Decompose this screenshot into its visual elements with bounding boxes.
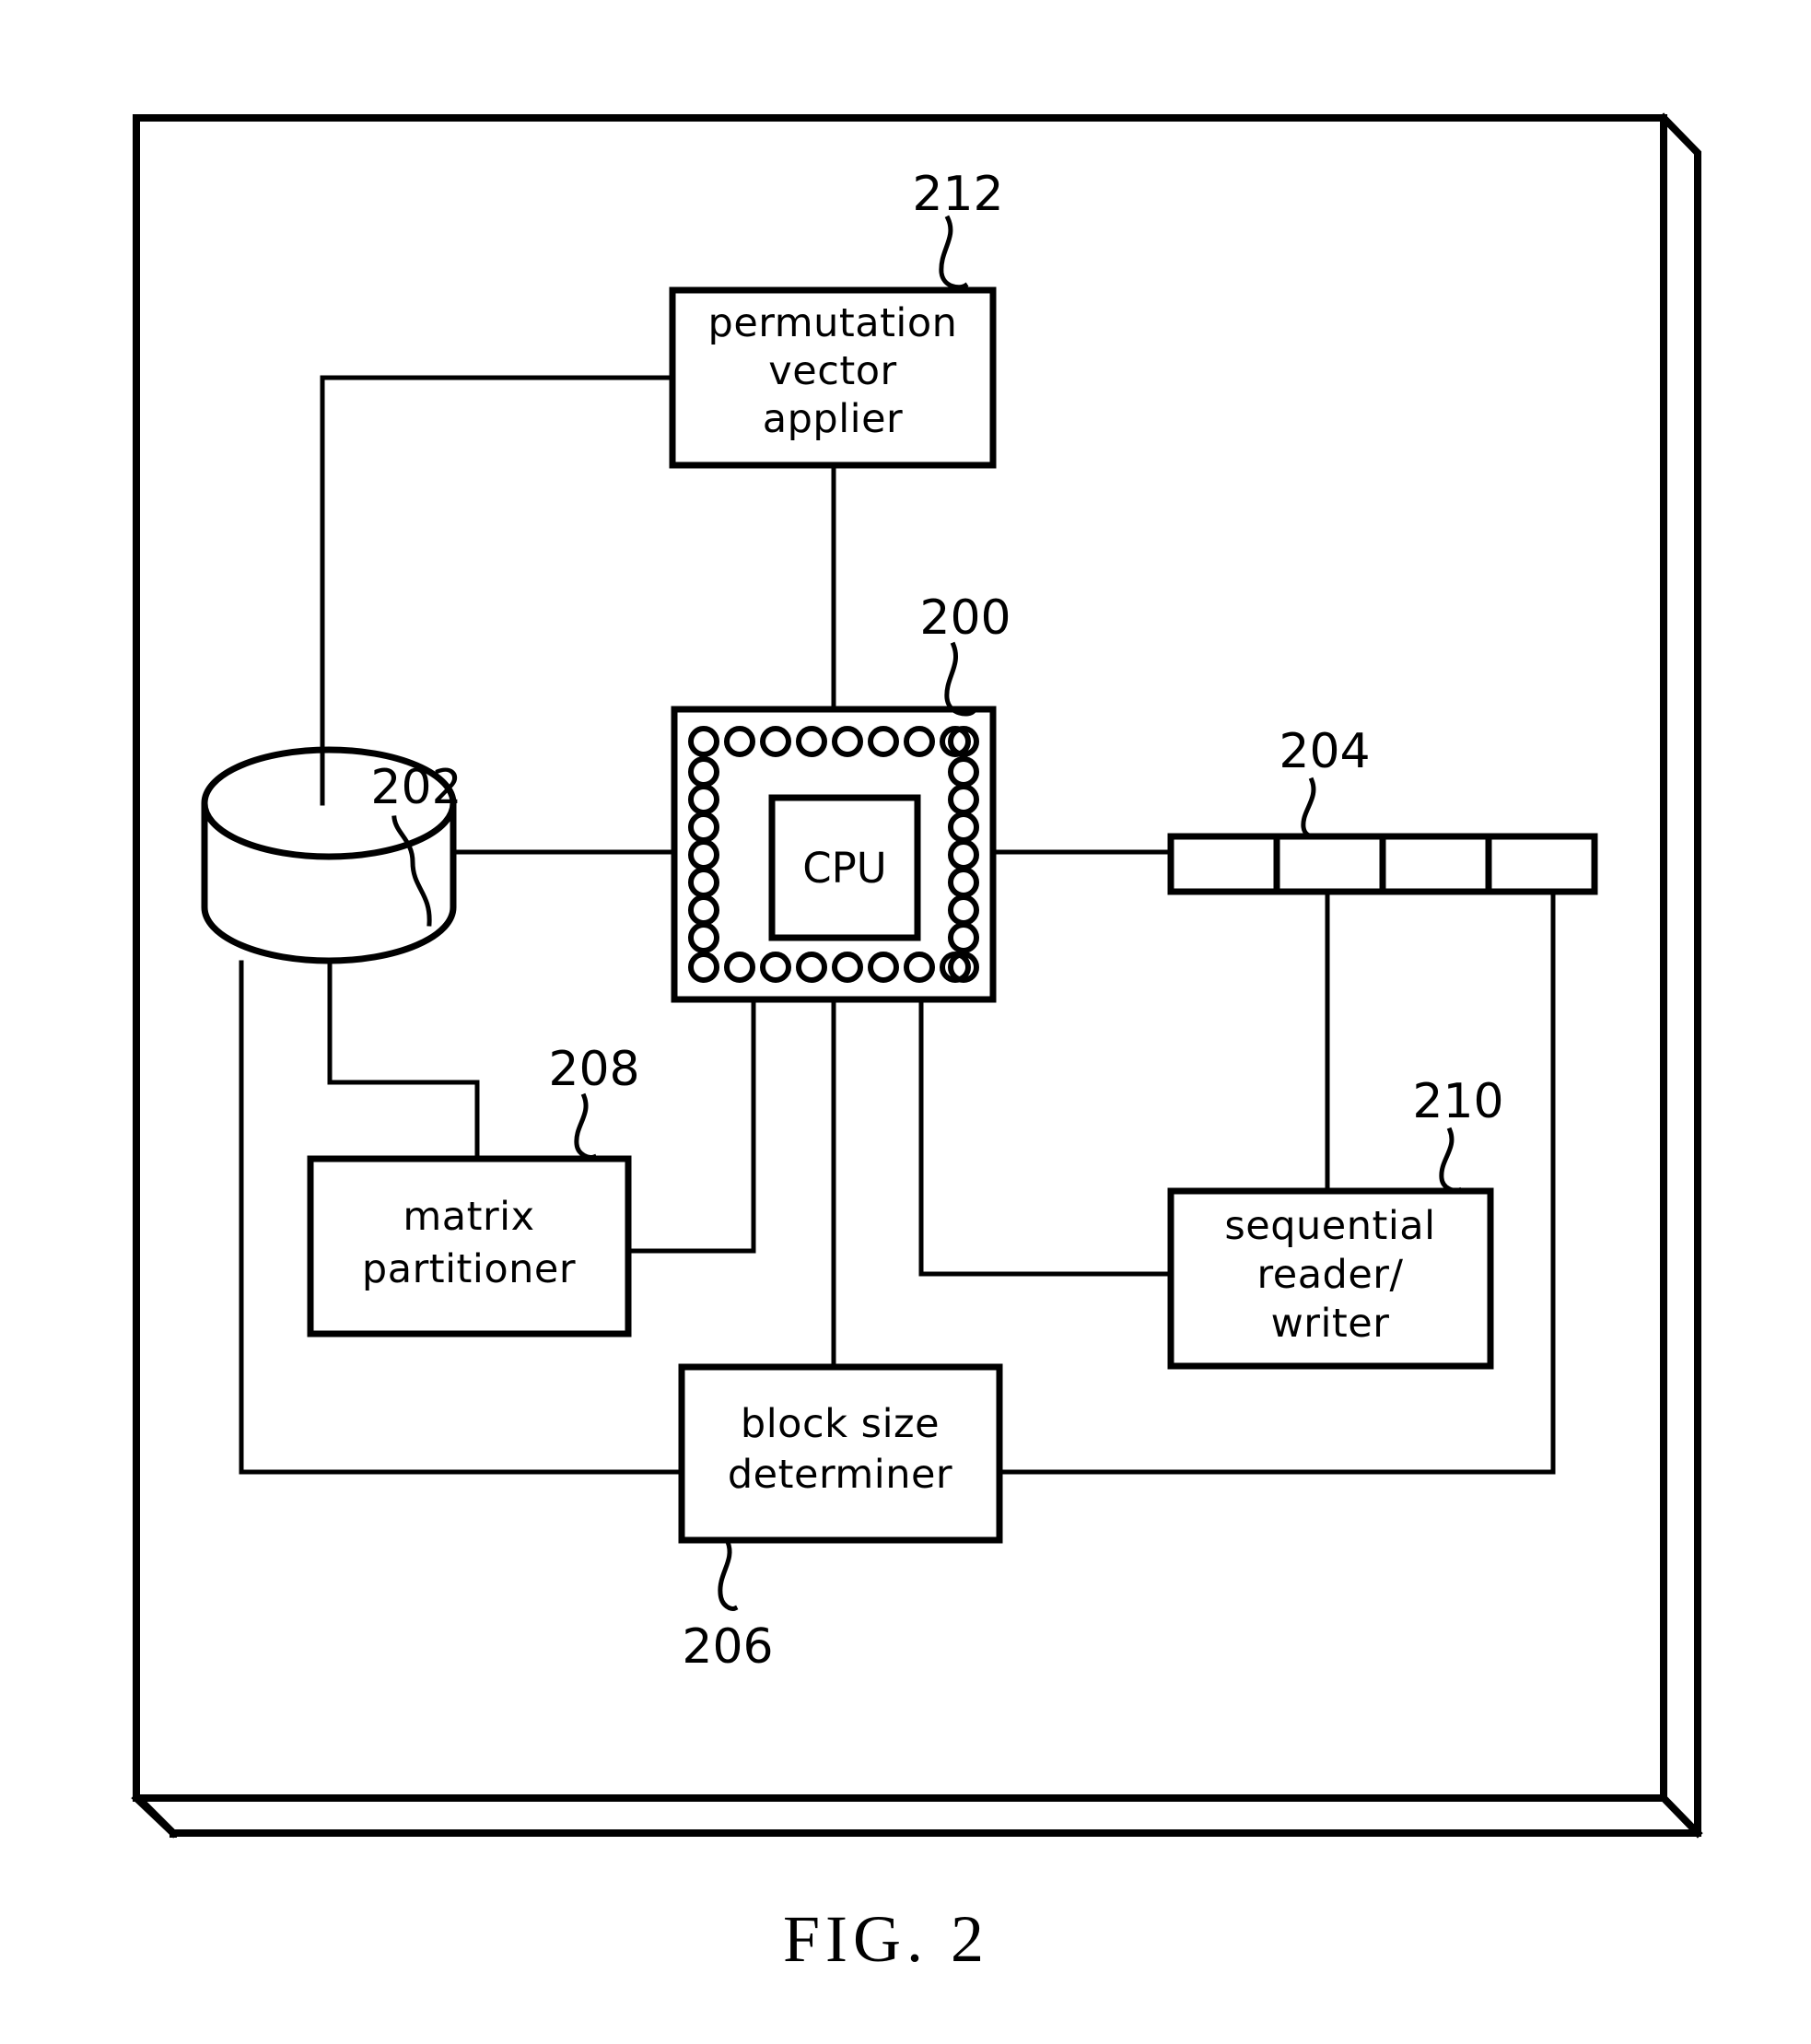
ref-leader-210 — [1439, 1127, 1463, 1193]
ref-leader-208 — [574, 1092, 598, 1160]
block-size-determiner-block[interactable]: block size determiner — [678, 1363, 1003, 1544]
figure-container: 202 CPU 200 permutation vector applier 2… — [0, 0, 1811, 2044]
ref-number-212: 212 — [912, 167, 1003, 222]
permutation-line-3: applier — [763, 396, 903, 442]
wire-chip-to-sequential — [918, 997, 1174, 1277]
wire-blocksize-to-buffer — [997, 889, 1556, 1475]
figure-caption: FIG. 2 — [783, 1902, 989, 1976]
matrix-partitioner-block[interactable]: matrix partitioner — [307, 1155, 632, 1337]
permutation-line-1: permutation — [708, 300, 958, 346]
ref-leader-200 — [944, 641, 977, 717]
ref-number-210: 210 — [1412, 1074, 1503, 1129]
permutation-vector-applier-block[interactable]: permutation vector applier — [669, 286, 997, 469]
processor-chip[interactable]: CPU — [671, 706, 997, 1003]
ref-number-202: 202 — [370, 760, 462, 815]
ref-leader-212 — [939, 215, 969, 290]
sequential-line-2: reader/ — [1257, 1252, 1404, 1298]
cpu-core-label: CPU — [802, 844, 887, 893]
wire-permutation-to-storage — [320, 375, 675, 806]
ref-number-204: 204 — [1279, 724, 1370, 779]
buffer-array[interactable] — [1167, 833, 1598, 895]
wire-partitioner-to-chip — [625, 997, 756, 1254]
sequential-reader-writer-block[interactable]: sequential reader/ writer — [1167, 1187, 1494, 1370]
ref-number-200: 200 — [919, 590, 1011, 646]
ref-leader-206 — [718, 1538, 739, 1611]
sequential-line-3: writer — [1271, 1301, 1390, 1347]
ref-number-206: 206 — [682, 1619, 773, 1675]
patent-figure-diagram: 202 CPU 200 permutation vector applier 2… — [131, 112, 1703, 1976]
block-size-line-1: block size — [741, 1401, 940, 1447]
ref-leader-202 — [391, 815, 432, 927]
matrix-partitioner-line-2: partitioner — [362, 1246, 576, 1292]
block-size-line-2: determiner — [728, 1452, 952, 1498]
matrix-partitioner-line-1: matrix — [403, 1194, 534, 1240]
ref-leader-204 — [1301, 777, 1316, 839]
wire-storage-to-partitioner — [327, 960, 480, 1162]
sequential-line-1: sequential — [1224, 1203, 1435, 1249]
permutation-line-2: vector — [768, 348, 896, 394]
ref-number-208: 208 — [548, 1042, 639, 1097]
